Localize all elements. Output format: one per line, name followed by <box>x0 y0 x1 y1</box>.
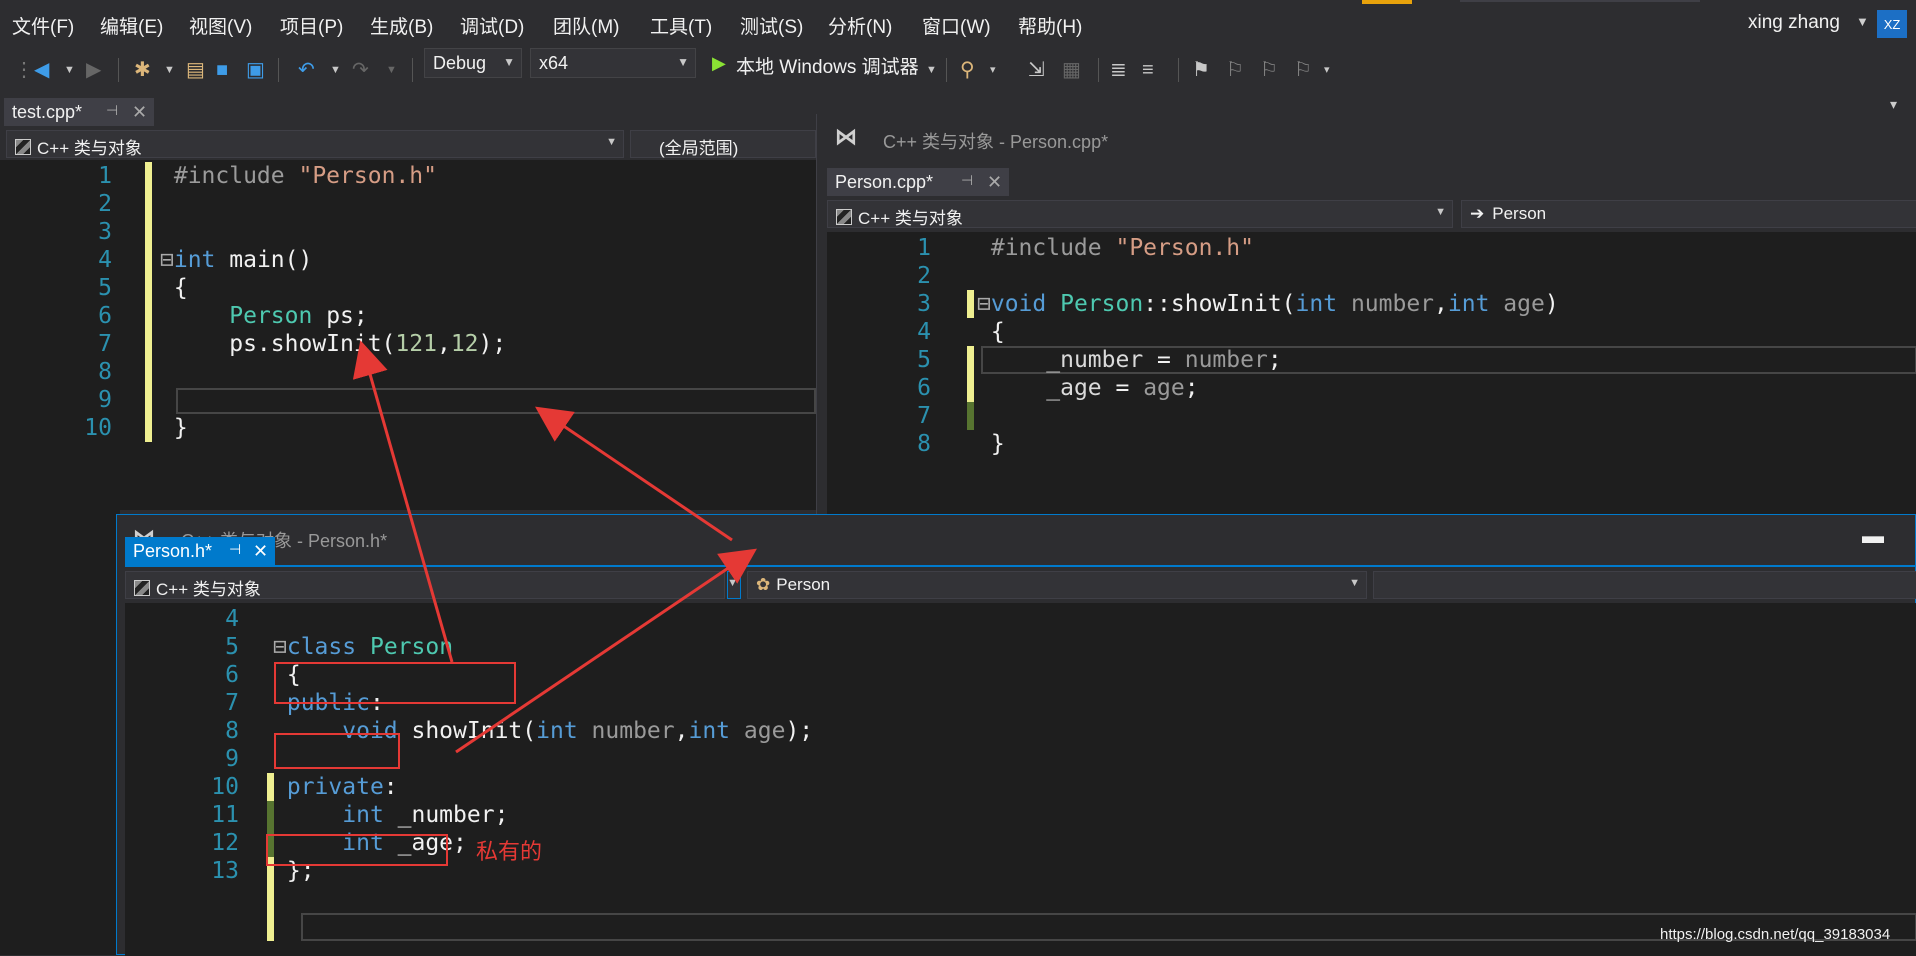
watermark: https://blog.csdn.net/qq_39183034 <box>1660 926 1891 943</box>
arrow-impl-to-call <box>535 406 733 542</box>
arrow-public-to-impl <box>455 548 757 754</box>
annotation-arrows <box>352 340 757 754</box>
arrow-class-to-usage <box>352 340 454 663</box>
